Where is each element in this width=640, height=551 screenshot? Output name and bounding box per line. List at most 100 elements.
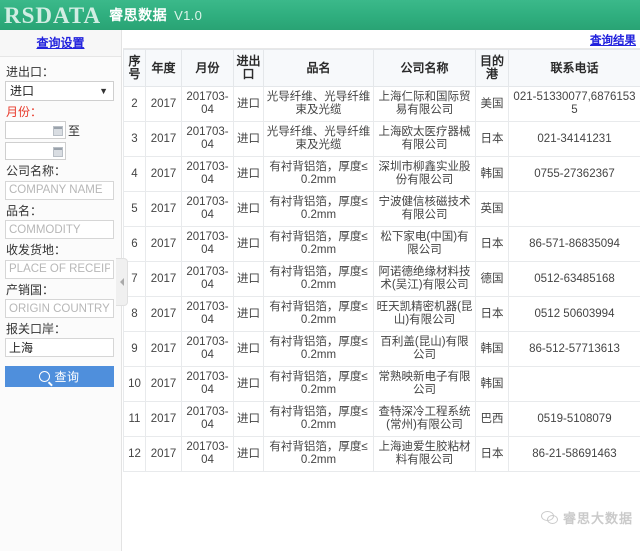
query-results-panel: 查询结果 序号 年度 月份 进出口 品名 公司名称 目的港 联系电话 2201 [123, 30, 640, 551]
calendar-icon [53, 126, 63, 136]
cell-index: 2 [123, 86, 146, 122]
place-of-receipt-input[interactable] [5, 259, 114, 279]
table-row[interactable]: 11 2017 201703-04 进口 有衬背铝箔，厚度≤0.2mm 查特深冷工程系统(… [123, 401, 640, 437]
cell-index: 4 [123, 156, 146, 192]
cell-direction: 进口 [233, 366, 264, 402]
month-to-input[interactable] [5, 142, 66, 160]
app-logo: RSDATA [4, 2, 102, 28]
cell-company: 常熟映新电子有限公司 [373, 366, 476, 402]
chevron-down-icon: ▼ [99, 86, 108, 96]
table-row[interactable]: 9 2017 201703-04 进口 有衬背铝箔，厚度≤0.2mm 百利盖(昆山)有限公… [123, 331, 640, 367]
label-customs-port: 报关口岸： [6, 322, 67, 336]
cell-index: 5 [123, 191, 146, 227]
col-header-month[interactable]: 月份 [181, 49, 234, 87]
col-header-year[interactable]: 年度 [145, 49, 182, 87]
cell-company: 宁波健信核磁技术有限公司 [373, 191, 476, 227]
customs-port-input[interactable] [5, 338, 114, 357]
cell-month: 201703-04 [181, 296, 234, 332]
cell-direction: 进口 [233, 121, 264, 157]
cell-commodity: 有衬背铝箔，厚度≤0.2mm [263, 366, 374, 402]
cell-year: 2017 [145, 156, 182, 192]
table-row[interactable]: 8 2017 201703-04 进口 有衬背铝箔，厚度≤0.2mm 旺天凯精密机器(昆山… [123, 296, 640, 332]
cell-commodity: 有衬背铝箔，厚度≤0.2mm [263, 296, 374, 332]
col-header-commodity[interactable]: 品名 [263, 49, 374, 87]
table-row[interactable]: 5 2017 201703-04 进口 有衬背铝箔，厚度≤0.2mm 宁波健信核磁技术有限… [123, 191, 640, 227]
company-name-input[interactable] [5, 180, 114, 200]
cell-month: 201703-04 [181, 436, 234, 472]
cell-year: 2017 [145, 436, 182, 472]
cell-month: 201703-04 [181, 401, 234, 437]
main-body: 查询设置 进出口： 进口 ▼ 月份： 至 公司名称： COMPANY NAME … [0, 30, 640, 551]
cell-commodity: 有衬背铝箔，厚度≤0.2mm [263, 331, 374, 367]
cell-commodity: 有衬背铝箔，厚度≤0.2mm [263, 436, 374, 472]
cell-year: 2017 [145, 261, 182, 297]
table-row[interactable]: 2 2017 201703-04 进口 光导纤维、光导纤维束及光缆 上海仁际和国际贸易有限… [123, 86, 640, 122]
cell-month: 201703-04 [181, 226, 234, 262]
table-row[interactable]: 4 2017 201703-04 进口 有衬背铝箔，厚度≤0.2mm 深圳市柳鑫实业股份有… [123, 156, 640, 192]
cell-year: 2017 [145, 86, 182, 122]
month-to-row [5, 142, 115, 160]
cell-index: 12 [123, 436, 146, 472]
cell-port: 日本 [475, 436, 509, 472]
cell-company: 旺天凯精密机器(昆山)有限公司 [373, 296, 476, 332]
results-table-body: 2 2017 201703-04 进口 光导纤维、光导纤维束及光缆 上海仁际和国际贸易有限… [123, 86, 640, 472]
trade-direction-value: 进口 [10, 84, 35, 98]
cell-year: 2017 [145, 296, 182, 332]
table-row[interactable]: 10 2017 201703-04 进口 有衬背铝箔，厚度≤0.2mm 常熟映新电子有限公… [123, 366, 640, 402]
cell-direction: 进口 [233, 86, 264, 122]
search-icon [39, 371, 51, 382]
month-from-row: 至 [5, 121, 115, 139]
cell-index: 3 [123, 121, 146, 157]
month-from-input[interactable] [5, 121, 66, 139]
search-button[interactable]: 查询 [5, 366, 114, 387]
label-place-of-receipt: 收发货地： [6, 243, 67, 257]
commodity-input[interactable] [5, 220, 114, 239]
app-title: 睿思数据 [109, 7, 168, 23]
cell-port: 日本 [475, 121, 509, 157]
col-header-index[interactable]: 序号 [123, 49, 146, 87]
cell-port: 日本 [475, 226, 509, 262]
cell-telephone: 0519-5108079 [508, 401, 640, 437]
cell-direction: 进口 [233, 191, 264, 227]
query-form: 进出口： 进口 ▼ 月份： 至 公司名称： 品名： [0, 57, 121, 387]
results-tabbar: 查询结果 [123, 30, 640, 49]
cell-port: 韩国 [475, 331, 509, 367]
col-header-company[interactable]: 公司名称 [373, 49, 476, 87]
cell-port: 美国 [475, 86, 509, 122]
col-header-telephone[interactable]: 联系电话 [508, 49, 640, 87]
cell-year: 2017 [145, 331, 182, 367]
sidebar-collapse-toggle[interactable] [116, 258, 128, 306]
tab-query-results[interactable]: 查询结果 [590, 32, 636, 48]
origin-country-input[interactable] [5, 299, 114, 318]
cell-company: 上海欧太医疗器械有限公司 [373, 121, 476, 157]
col-header-port[interactable]: 目的港 [475, 49, 509, 87]
table-row[interactable]: 6 2017 201703-04 进口 有衬背铝箔，厚度≤0.2mm 松下家电(中国)有限… [123, 226, 640, 262]
label-origin-country: 产销国： [6, 282, 55, 297]
cell-company: 松下家电(中国)有限公司 [373, 226, 476, 262]
cell-port: 韩国 [475, 156, 509, 192]
cell-telephone: 86-21-58691463 [508, 436, 640, 472]
cell-telephone: 0512-63485168 [508, 261, 640, 297]
cell-index: 9 [123, 331, 146, 367]
cell-year: 2017 [145, 121, 182, 157]
results-table: 序号 年度 月份 进出口 品名 公司名称 目的港 联系电话 2 2017 20170… [123, 49, 640, 472]
cell-telephone: 021-34141231 [508, 121, 640, 157]
trade-direction-select[interactable]: 进口 ▼ [5, 81, 114, 101]
cell-direction: 进口 [233, 261, 264, 297]
cell-month: 201703-04 [181, 191, 234, 227]
cell-month: 201703-04 [181, 86, 234, 122]
cell-commodity: 有衬背铝箔，厚度≤0.2mm [263, 156, 374, 192]
table-header-row: 序号 年度 月份 进出口 品名 公司名称 目的港 联系电话 [123, 49, 640, 87]
cell-direction: 进口 [233, 331, 264, 367]
table-row[interactable]: 7 2017 201703-04 进口 有衬背铝箔，厚度≤0.2mm 阿诺德绝缘材料技术(… [123, 261, 640, 297]
tab-query-settings[interactable]: 查询设置 [0, 30, 121, 57]
label-commodity: 品名： [6, 203, 43, 218]
col-header-direction[interactable]: 进出口 [233, 49, 264, 87]
table-row[interactable]: 12 2017 201703-04 进口 有衬背铝箔，厚度≤0.2mm 上海迪爱生胶粘材料… [123, 436, 640, 472]
cell-telephone: 0755-27362367 [508, 156, 640, 192]
cell-direction: 进口 [233, 156, 264, 192]
table-row[interactable]: 3 2017 201703-04 进口 光导纤维、光导纤维束及光缆 上海欧太医疗器械有限公… [123, 121, 640, 157]
cell-month: 201703-04 [181, 156, 234, 192]
search-button-label: 查询 [54, 370, 80, 384]
cell-commodity: 光导纤维、光导纤维束及光缆 [263, 86, 374, 122]
